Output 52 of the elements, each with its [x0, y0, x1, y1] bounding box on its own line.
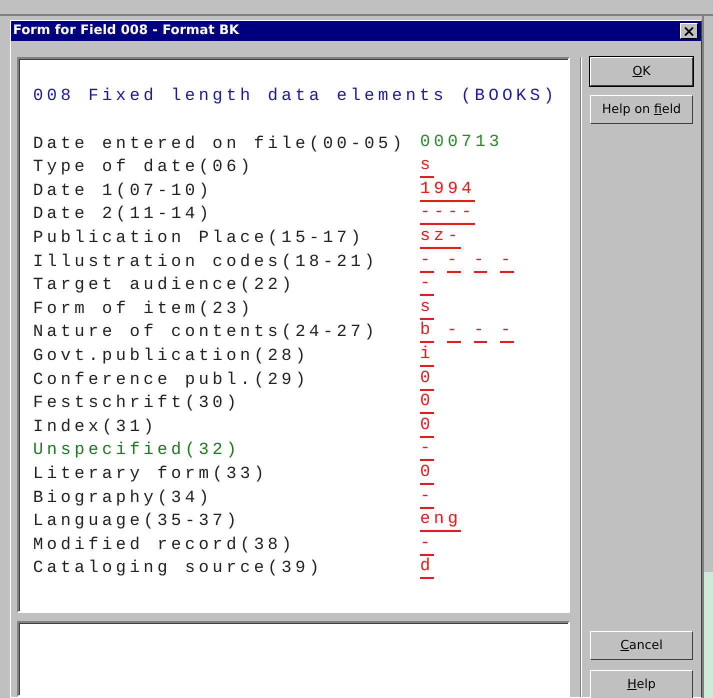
field-label: Festschrift(30) [33, 394, 240, 414]
field-label: Date entered on file(00-05) [33, 134, 406, 154]
value-input[interactable]: d [420, 557, 434, 580]
field-label: Target audience(22) [33, 276, 296, 296]
value-input[interactable]: s [420, 298, 434, 320]
dialog-button[interactable]: Cancel [590, 631, 693, 660]
field-label: Conference publ.(29) [33, 370, 310, 390]
field-label: Type of date(06) [33, 158, 254, 178]
field-value: 000713 [420, 132, 503, 154]
value-input[interactable]: - [474, 321, 488, 344]
value-input[interactable]: b [420, 321, 434, 344]
value-input[interactable]: - [420, 486, 434, 508]
value-input[interactable]: 0 [420, 416, 434, 438]
field-label: Date 2(11-14) [33, 205, 212, 224]
value-input[interactable]: - [420, 250, 434, 273]
field-label: Unspecified(32) [33, 441, 240, 460]
field-label: Index(31) [33, 418, 158, 437]
close-button[interactable] [680, 23, 698, 39]
window-title: Form for Field 008 - Format BK [13, 22, 240, 40]
field-label: Literary form(33) [33, 464, 268, 484]
value-input[interactable]: 0 [420, 462, 434, 485]
field-label: Biography(34) [33, 488, 212, 508]
field-label: Modified record(38) [33, 536, 296, 555]
dialog-button[interactable]: OK [590, 57, 693, 86]
field-label: Nature of contents(24-27) [33, 323, 378, 342]
field-label: Language(35-37) [33, 512, 240, 532]
field-label: Form of item(23) [33, 300, 254, 319]
value-input[interactable]: sz- [420, 226, 462, 249]
value-input[interactable]: eng [420, 510, 462, 532]
value-input[interactable]: i [420, 344, 434, 367]
value-input[interactable]: - [500, 250, 514, 273]
value-input[interactable]: s [420, 156, 434, 178]
dialog-button[interactable]: Help on field [590, 95, 693, 124]
dialog-button[interactable]: Help [590, 670, 693, 698]
value-input[interactable]: 0 [420, 368, 434, 391]
value-input[interactable]: - [446, 250, 461, 273]
value-input[interactable]: - [474, 250, 488, 273]
field-label: Cataloging source(39) [33, 559, 323, 578]
value-input[interactable]: 0 [420, 392, 434, 414]
field-label: Govt.publication(28) [33, 346, 310, 366]
value-input[interactable]: 1994 [420, 180, 476, 202]
value-input[interactable]: - [420, 274, 434, 296]
close-icon [684, 26, 694, 36]
value-input[interactable]: - [420, 534, 434, 556]
value-input[interactable]: - [446, 321, 461, 344]
value-input[interactable]: ---- [420, 203, 476, 226]
value-input[interactable]: - [500, 321, 514, 344]
value-input[interactable]: - [420, 439, 434, 462]
field-label: Date 1(07-10) [33, 182, 212, 201]
field-label: Publication Place(15-17) [33, 228, 364, 248]
field-label: Illustration codes(18-21) [33, 252, 378, 272]
form-heading: 008 Fixed length data elements (BOOKS) [33, 86, 558, 108]
